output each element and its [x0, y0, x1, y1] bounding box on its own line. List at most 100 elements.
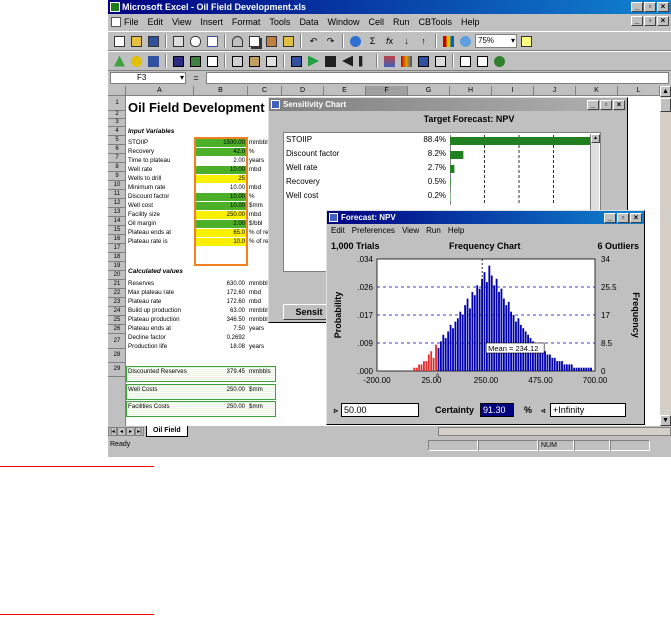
input-label[interactable]: STOIIP [128, 139, 148, 147]
redo-icon[interactable]: ↷ [323, 34, 338, 49]
column-header[interactable]: J [534, 86, 576, 96]
menu-run[interactable]: Run [393, 17, 410, 27]
scroll-thumb[interactable] [660, 98, 671, 112]
row-header[interactable]: 7 [108, 154, 126, 163]
sensitivity-title-bar[interactable]: Sensitivity Chart _ ▫ × [269, 98, 627, 111]
help-icon[interactable] [519, 34, 534, 49]
row-header[interactable]: 4 [108, 127, 126, 136]
input-label[interactable]: Facility size [128, 211, 160, 219]
zoom-select[interactable]: 75% [475, 34, 517, 48]
calc-value-cell[interactable]: 346.50 [196, 316, 246, 324]
forecast-title-bar[interactable]: Forecast: NPV _ ▫ × [327, 211, 644, 224]
formula-input[interactable] [206, 72, 669, 84]
calc-unit[interactable]: years [249, 325, 264, 333]
doc-restore-button[interactable]: ▫ [644, 16, 656, 26]
calc-label[interactable]: Plateau rate [128, 298, 161, 306]
define-forecast-icon[interactable] [146, 54, 161, 69]
row-header[interactable]: 15 [108, 226, 126, 235]
scroll-down-arrow[interactable]: ▼ [660, 415, 671, 426]
menu-cell[interactable]: Cell [368, 17, 384, 27]
column-header[interactable]: F [366, 86, 408, 96]
column-header[interactable]: L [618, 86, 660, 96]
row-header[interactable]: 5 [108, 136, 126, 145]
input-unit[interactable]: $mm [249, 202, 263, 210]
fore-close-button[interactable]: × [630, 213, 642, 223]
scroll-up-arrow[interactable]: ▲ [660, 86, 671, 97]
input-unit[interactable]: mbd [249, 166, 261, 174]
row-header[interactable]: 18 [108, 253, 126, 262]
column-header[interactable]: B [194, 86, 248, 96]
overlay-chart-icon[interactable] [399, 54, 414, 69]
select-decisions-icon[interactable] [188, 54, 203, 69]
menu-view[interactable]: View [172, 17, 191, 27]
output-unit[interactable]: $mm [249, 386, 263, 394]
upper-grabber-icon[interactable]: ◃ [536, 406, 550, 415]
menu-data[interactable]: Data [299, 17, 318, 27]
fore-maximize-button[interactable]: ▫ [617, 213, 629, 223]
input-label[interactable]: Plateau rate is [128, 238, 168, 246]
spelling-icon[interactable] [205, 34, 220, 49]
single-step-icon[interactable] [357, 54, 372, 69]
calc-value-cell[interactable]: 0.2692 [196, 334, 246, 342]
new-icon[interactable] [112, 34, 127, 49]
last-sheet-button[interactable]: ▸| [135, 427, 144, 436]
column-header[interactable]: K [576, 86, 618, 96]
row-header[interactable]: 6 [108, 145, 126, 154]
cut-icon[interactable] [230, 34, 245, 49]
input-value-cell[interactable]: 10.00 [196, 202, 246, 210]
row-header[interactable]: 22 [108, 289, 126, 298]
define-decision-icon[interactable] [129, 54, 144, 69]
row-header[interactable]: 28 [108, 349, 126, 363]
input-label[interactable]: Minimum rate [128, 184, 165, 192]
calc-value-cell[interactable]: 7.50 [196, 325, 246, 333]
sensitivity-chart-icon[interactable] [433, 54, 448, 69]
input-unit[interactable]: $/bbl [249, 220, 262, 228]
column-header[interactable]: G [408, 86, 450, 96]
input-value-cell[interactable]: 1500.00 [196, 139, 246, 147]
lower-limit-input[interactable]: 50.00 [341, 403, 419, 417]
input-unit[interactable]: years [249, 157, 264, 165]
row-header[interactable]: 11 [108, 190, 126, 199]
vertical-scrollbar[interactable]: ▲ ▼ [660, 86, 671, 426]
column-header[interactable]: A [126, 86, 194, 96]
menu-window[interactable]: Window [327, 17, 359, 27]
reset-simulation-icon[interactable] [340, 54, 355, 69]
maximize-button[interactable]: ▫ [644, 2, 656, 12]
fmenu-help[interactable]: Help [448, 226, 464, 235]
copy-data-icon[interactable] [230, 54, 245, 69]
column-header[interactable]: I [492, 86, 534, 96]
input-value-cell[interactable]: 2.00 [196, 157, 246, 165]
undo-icon[interactable]: ↶ [306, 34, 321, 49]
document-icon[interactable] [111, 17, 121, 27]
doc-close-button[interactable]: × [657, 16, 669, 26]
row-header[interactable]: 19 [108, 262, 126, 271]
calc-label[interactable]: Reserves [128, 280, 154, 288]
menu-help[interactable]: Help [461, 17, 480, 27]
row-header[interactable]: 17 [108, 244, 126, 253]
format-painter-icon[interactable] [281, 34, 296, 49]
clear-data-icon[interactable] [264, 54, 279, 69]
crystal-ball-help-icon[interactable] [492, 54, 507, 69]
input-unit[interactable]: % [249, 193, 255, 201]
save-icon[interactable] [146, 34, 161, 49]
upper-limit-input[interactable]: +Infinity [550, 403, 627, 417]
forecast-windows-icon[interactable] [382, 54, 397, 69]
row-header[interactable]: 25 [108, 316, 126, 325]
fmenu-run[interactable]: Run [426, 226, 441, 235]
input-label[interactable]: Wells to drill [128, 175, 161, 183]
input-value-cell[interactable]: 2.00 [196, 220, 246, 228]
column-header[interactable]: E [324, 86, 366, 96]
fmenu-edit[interactable]: Edit [331, 226, 345, 235]
fmenu-view[interactable]: View [402, 226, 419, 235]
chart-wizard-icon[interactable] [441, 34, 456, 49]
select-forecasts-icon[interactable] [205, 54, 220, 69]
column-header[interactable]: C [248, 86, 282, 96]
row-header[interactable]: 23 [108, 298, 126, 307]
sort-ascending-icon[interactable]: ↓ [399, 34, 414, 49]
row-header[interactable]: 3 [108, 119, 126, 127]
calc-value-cell[interactable]: 18.08 [196, 343, 246, 351]
input-label[interactable]: Well rate [128, 166, 152, 174]
menu-edit[interactable]: Edit [148, 17, 164, 27]
calc-label[interactable]: Production life [128, 343, 167, 351]
input-label[interactable]: Time to plateau [128, 157, 170, 165]
